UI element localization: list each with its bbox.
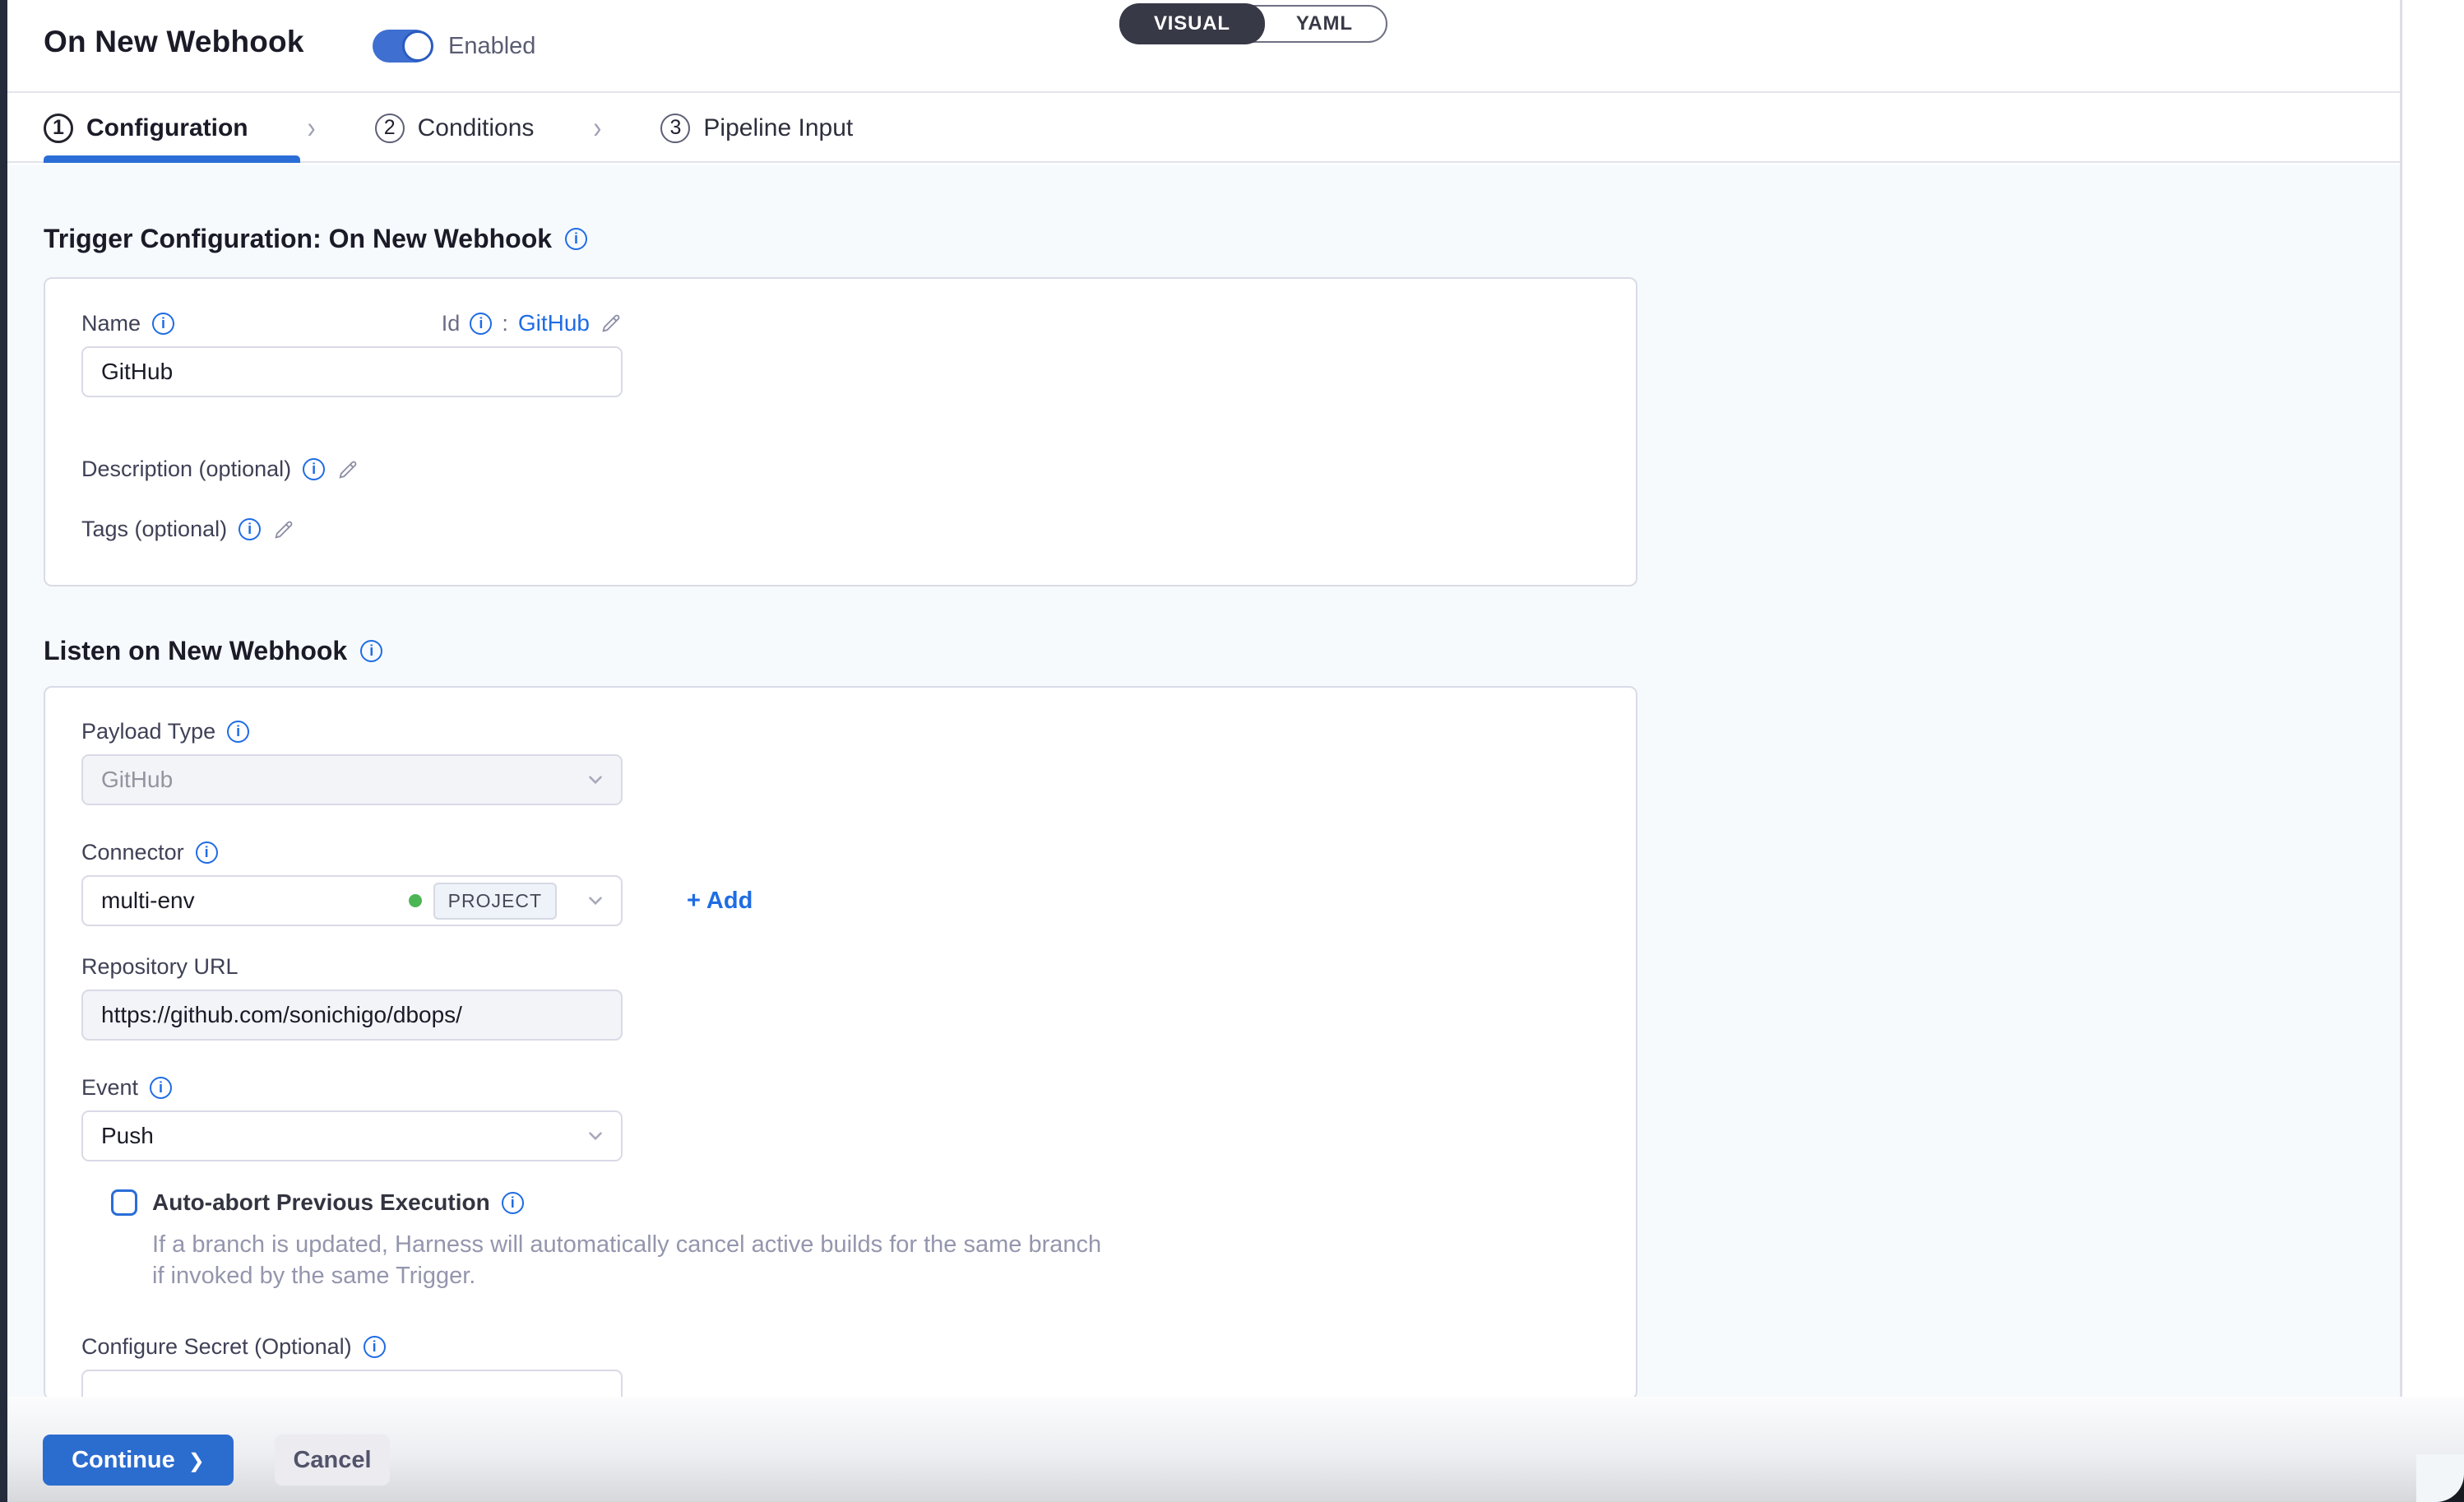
connector-status-dot [409, 894, 422, 907]
event-value: Push [101, 1123, 585, 1149]
trigger-configuration-heading: Trigger Configuration: On New Webhook [44, 224, 2400, 254]
help-line-2: if invoked by the same Trigger. [152, 1260, 1636, 1291]
chevron-right-icon: › [593, 110, 601, 146]
id-label: Id [442, 311, 461, 336]
right-panel-strip [2400, 0, 2464, 1397]
configure-secret-label: Configure Secret (Optional) [81, 1334, 352, 1360]
enabled-label: Enabled [448, 33, 535, 60]
auto-abort-row: Auto-abort Previous Execution [111, 1189, 1636, 1216]
id-separator: : [502, 311, 508, 336]
toggle-knob [402, 30, 433, 62]
tags-row: Tags (optional) [81, 517, 1636, 542]
info-icon[interactable] [303, 458, 325, 480]
help-line-1: If a branch is updated, Harness will aut… [152, 1229, 1636, 1260]
tab-conditions[interactable]: 2 Conditions [375, 114, 535, 143]
tab-label: Configuration [86, 114, 248, 142]
sidebar-edge [0, 0, 7, 1502]
wizard-tabbar: 1 Configuration › 2 Conditions › 3 Pipel… [7, 95, 2400, 163]
name-label: Name [81, 311, 141, 336]
cancel-label: Cancel [293, 1447, 371, 1474]
configuration-panel: Trigger Configuration: On New Webhook Na… [7, 165, 2400, 1397]
info-icon[interactable] [565, 228, 587, 250]
repository-url-input[interactable]: https://github.com/sonichigo/dbops/ [81, 990, 623, 1041]
event-label: Event [81, 1075, 138, 1101]
tags-label: Tags (optional) [81, 517, 227, 542]
info-icon[interactable] [196, 841, 218, 864]
step-number-1: 1 [44, 114, 73, 143]
description-label: Description (optional) [81, 457, 291, 482]
info-icon[interactable] [364, 1336, 386, 1358]
description-row: Description (optional) [81, 457, 1636, 482]
auto-abort-help-text: If a branch is updated, Harness will aut… [152, 1229, 1636, 1291]
info-icon[interactable] [150, 1077, 172, 1099]
info-icon[interactable] [227, 721, 249, 743]
edit-tags-icon[interactable] [272, 518, 295, 541]
mode-visual-button[interactable]: VISUAL [1119, 3, 1265, 44]
event-label-row: Event [81, 1075, 1636, 1101]
chevron-down-icon [585, 890, 606, 911]
payload-type-select: GitHub [81, 754, 623, 805]
repository-url-label: Repository URL [81, 954, 239, 980]
tab-label: Conditions [418, 114, 535, 142]
event-select[interactable]: Push [81, 1110, 623, 1161]
visual-yaml-toggle: VISUAL YAML [1119, 5, 1387, 43]
continue-label: Continue [72, 1447, 175, 1474]
tab-pipeline-input[interactable]: 3 Pipeline Input [660, 114, 853, 143]
edit-id-icon[interactable] [600, 312, 623, 335]
repository-url-label-row: Repository URL [81, 954, 1636, 980]
payload-type-label: Payload Type [81, 719, 215, 744]
secret-selector[interactable]: Create or Select a Secret [81, 1370, 623, 1397]
trigger-configuration-card: Name Id : GitHub GitHub Description (opt… [44, 277, 1637, 586]
id-value-link[interactable]: GitHub [518, 310, 590, 336]
active-tab-underline [44, 155, 300, 163]
info-icon[interactable] [502, 1192, 524, 1214]
tab-configuration[interactable]: 1 Configuration [44, 114, 248, 143]
info-icon[interactable] [152, 313, 174, 335]
enabled-toggle[interactable] [373, 30, 432, 63]
listen-card: Payload Type GitHub Connector multi-env … [44, 686, 1637, 1397]
chevron-down-icon [585, 769, 606, 790]
name-input-value: GitHub [101, 359, 173, 385]
name-label-row: Name [81, 311, 174, 336]
footer-bar: Continue Cancel [0, 1397, 2464, 1502]
auto-abort-label: Auto-abort Previous Execution [152, 1189, 490, 1216]
configure-secret-label-row: Configure Secret (Optional) [81, 1334, 1636, 1360]
payload-type-label-row: Payload Type [81, 719, 1636, 744]
info-icon[interactable] [239, 518, 261, 540]
page-title: On New Webhook [44, 25, 304, 59]
listen-heading: Listen on New Webhook [44, 636, 2400, 666]
id-line: Id : GitHub [442, 310, 623, 336]
webhook-trigger-page: On New Webhook Enabled VISUAL YAML 1 Con… [0, 0, 2464, 1502]
repository-url-value: https://github.com/sonichigo/dbops/ [101, 1002, 462, 1028]
heading-text: Trigger Configuration: On New Webhook [44, 224, 552, 254]
tab-label: Pipeline Input [703, 114, 853, 142]
heading-text: Listen on New Webhook [44, 636, 347, 666]
page-header: On New Webhook Enabled VISUAL YAML [7, 0, 2400, 93]
connector-label: Connector [81, 840, 184, 865]
window-corner [2416, 1454, 2464, 1502]
info-icon[interactable] [470, 313, 492, 335]
step-number-2: 2 [375, 114, 405, 143]
cancel-button[interactable]: Cancel [275, 1435, 390, 1486]
info-icon[interactable] [360, 640, 382, 662]
step-number-3: 3 [660, 114, 690, 143]
continue-button[interactable]: Continue [43, 1435, 234, 1486]
name-input[interactable]: GitHub [81, 346, 623, 397]
auto-abort-checkbox[interactable] [111, 1189, 137, 1216]
chevron-right-icon [188, 1447, 205, 1474]
add-connector-button[interactable]: + Add [687, 888, 753, 915]
edit-description-icon[interactable] [336, 458, 359, 481]
connector-value: multi-env [101, 888, 409, 914]
payload-type-value: GitHub [101, 767, 585, 793]
chevron-right-icon: › [308, 110, 316, 146]
connector-label-row: Connector [81, 840, 1636, 865]
connector-scope-badge: PROJECT [433, 883, 557, 920]
chevron-down-icon [585, 1125, 606, 1147]
mode-yaml-button[interactable]: YAML [1263, 5, 1386, 43]
connector-select[interactable]: multi-env PROJECT [81, 875, 623, 926]
